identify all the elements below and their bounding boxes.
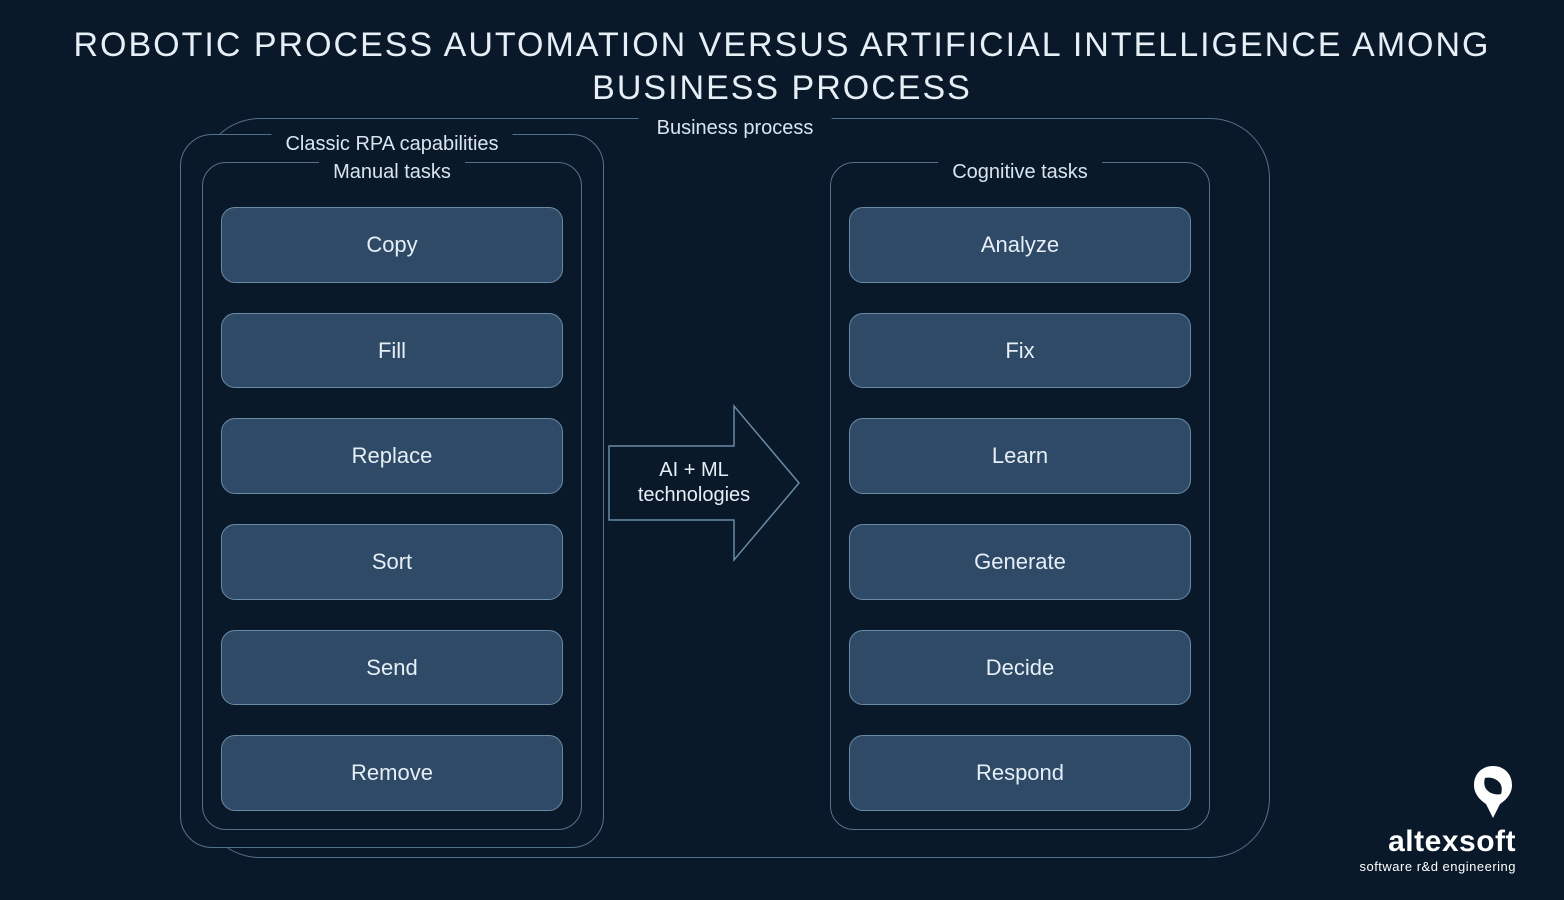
- manual-task-item: Fill: [221, 313, 563, 389]
- manual-task-item: Sort: [221, 524, 563, 600]
- cognitive-task-item: Generate: [849, 524, 1191, 600]
- ai-ml-arrow: AI + ML technologies: [604, 398, 804, 568]
- manual-tasks-column: Manual tasks Copy Fill Replace Sort Send…: [202, 162, 582, 830]
- manual-tasks-label: Manual tasks: [319, 161, 465, 184]
- arrow-line-2: technologies: [638, 484, 750, 506]
- manual-task-item: Replace: [221, 418, 563, 494]
- cognitive-tasks-label: Cognitive tasks: [938, 161, 1102, 184]
- arrow-caption: AI + ML technologies: [628, 458, 780, 508]
- cognitive-tasks-column: Cognitive tasks Analyze Fix Learn Genera…: [830, 162, 1210, 830]
- manual-task-item: Send: [221, 630, 563, 706]
- brand-logo: altexsoft software r&d engineering: [1359, 764, 1516, 874]
- cognitive-task-item: Learn: [849, 418, 1191, 494]
- brand-name: altexsoft: [1359, 827, 1516, 857]
- cognitive-task-item: Fix: [849, 313, 1191, 389]
- manual-task-item: Copy: [221, 207, 563, 283]
- altexsoft-icon: [1470, 764, 1516, 820]
- brand-tagline: software r&d engineering: [1359, 859, 1516, 874]
- manual-task-item: Remove: [221, 735, 563, 811]
- cognitive-task-item: Decide: [849, 630, 1191, 706]
- diagram-title: ROBOTIC PROCESS AUTOMATION VERSUS ARTIFI…: [0, 0, 1564, 109]
- cognitive-task-item: Respond: [849, 735, 1191, 811]
- business-process-label: Business process: [639, 117, 832, 140]
- classic-rpa-label: Classic RPA capabilities: [271, 133, 512, 156]
- cognitive-task-item: Analyze: [849, 207, 1191, 283]
- arrow-line-1: AI + ML: [659, 459, 728, 481]
